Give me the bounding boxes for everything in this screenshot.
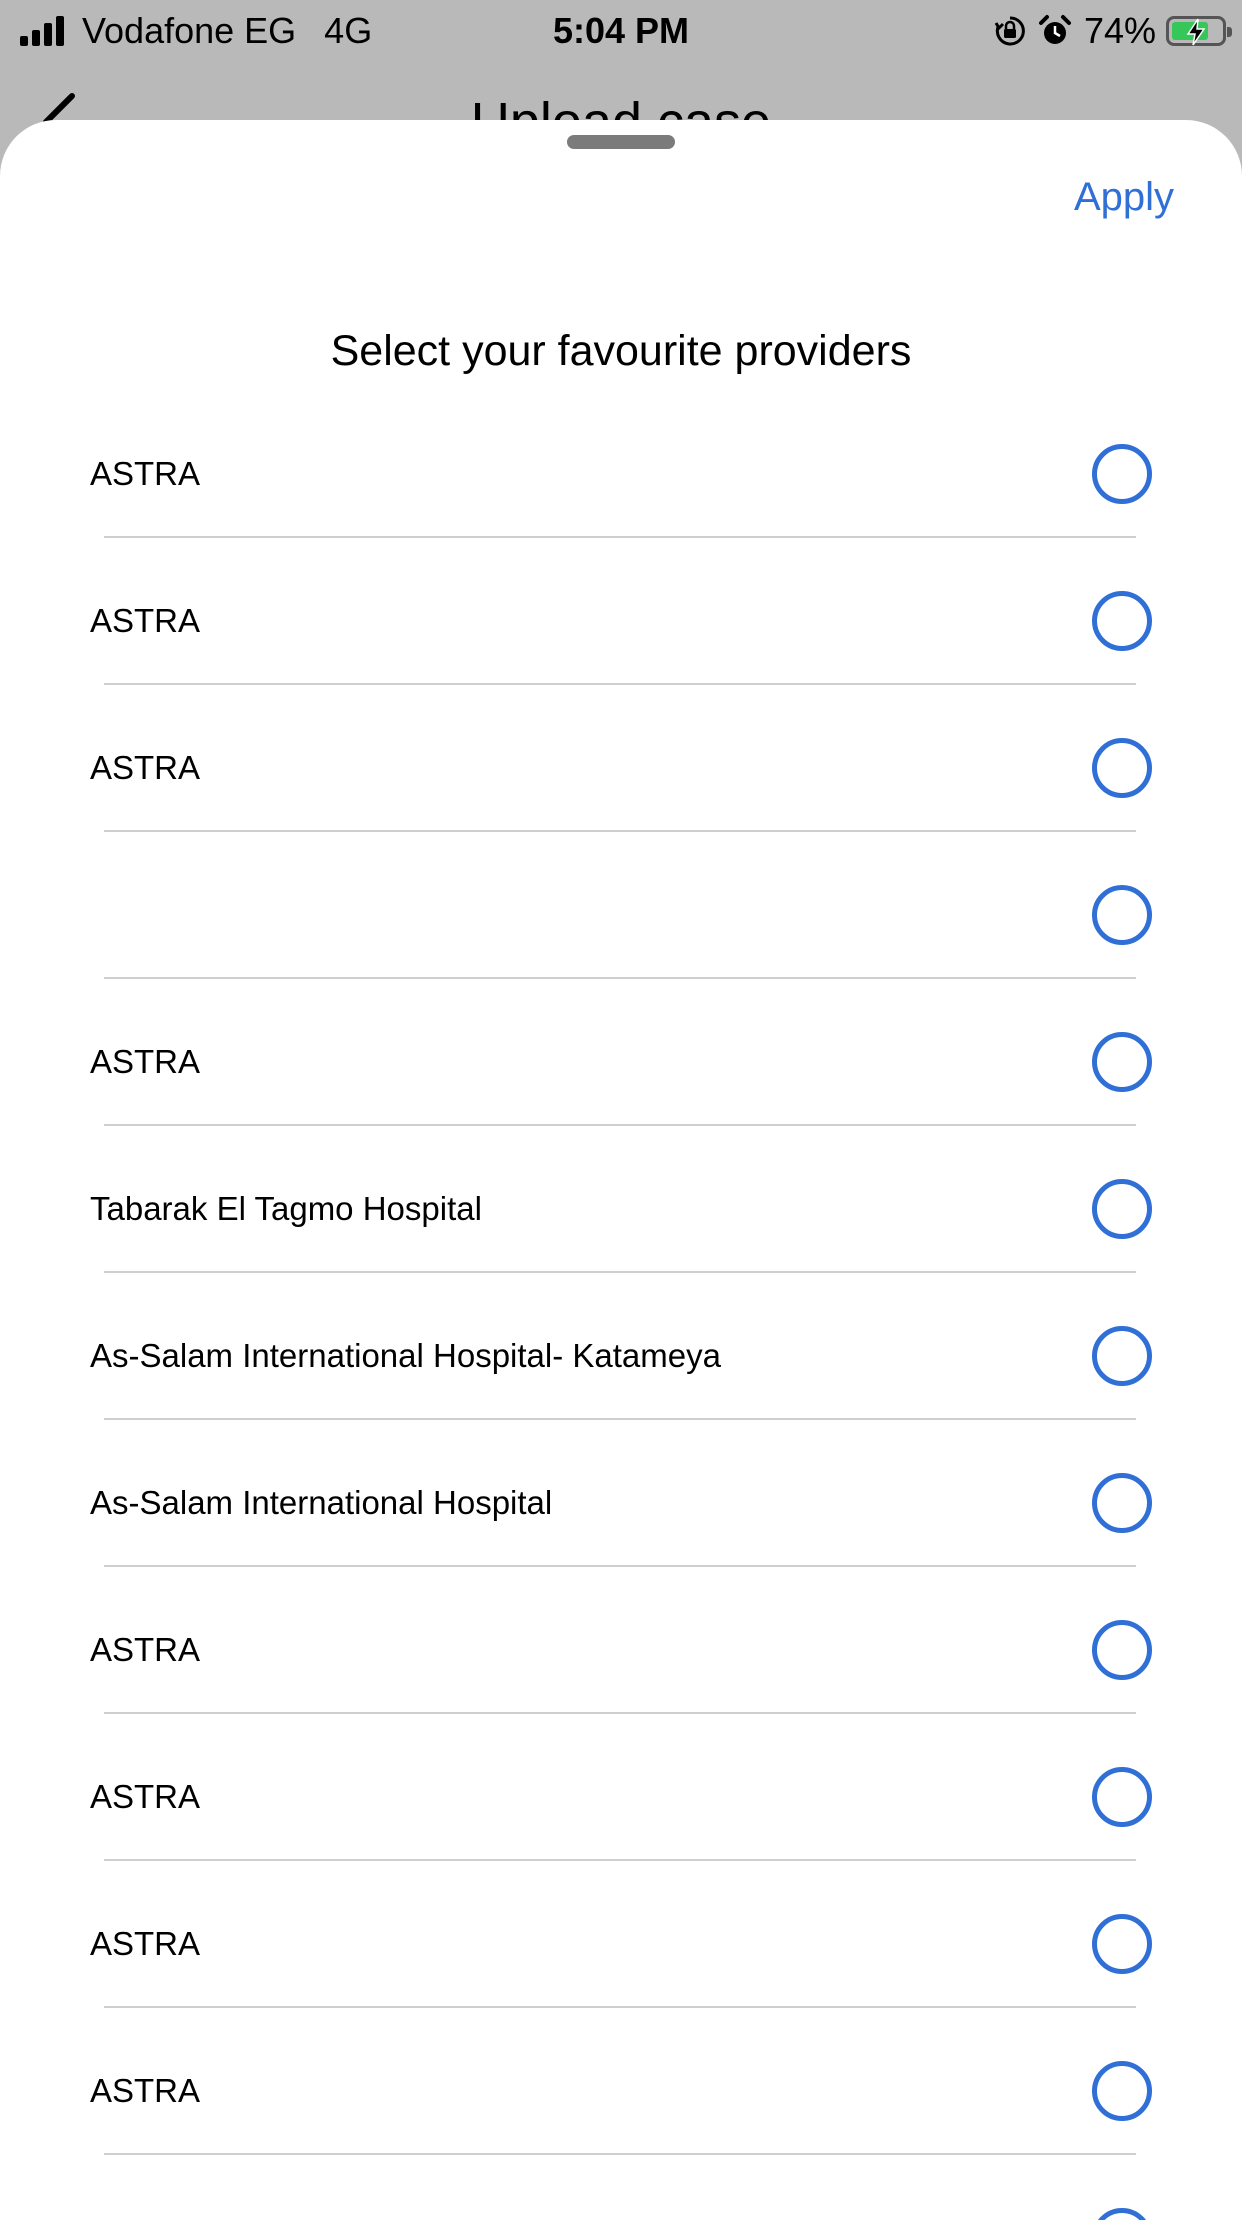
provider-name: ASTRA [90,602,201,639]
provider-radio-button[interactable] [1092,1914,1152,1974]
provider-row[interactable]: ASTRA [0,557,1242,704]
provider-radio-button[interactable] [1092,1179,1152,1239]
alarm-icon [1038,14,1072,48]
battery-charging-icon [1166,16,1232,46]
provider-row[interactable]: ASTRA [0,1586,1242,1733]
provider-name: ASTRA [90,455,201,492]
row-divider [104,1859,1136,1861]
row-divider [104,1712,1136,1714]
provider-row[interactable]: ASTRA [0,410,1242,557]
provider-row[interactable]: ASTRA [0,1733,1242,1880]
provider-radio-button[interactable] [1092,2061,1152,2121]
provider-radio-button[interactable] [1092,1473,1152,1533]
provider-radio-button[interactable] [1092,1767,1152,1827]
status-right: 74% [994,10,1232,52]
provider-radio-button[interactable] [1092,1620,1152,1680]
provider-radio-button[interactable] [1092,591,1152,651]
provider-name: ASTRA [90,2072,201,2109]
provider-row[interactable]: ASTRA [0,704,1242,851]
provider-selection-sheet: Apply Select your favourite providers AS… [0,120,1242,2220]
row-divider [104,1418,1136,1420]
provider-name: ASTRA [90,1778,201,1815]
row-divider [104,683,1136,685]
orientation-lock-icon [994,15,1026,47]
provider-row[interactable]: ASTRA [0,2027,1242,2174]
provider-radio-button[interactable] [1092,444,1152,504]
provider-name: As-Salam International Hospital [90,1484,553,1521]
provider-radio-button[interactable] [1092,885,1152,945]
row-divider [104,536,1136,538]
row-divider [104,1124,1136,1126]
provider-name: ASTRA [90,1925,201,1962]
row-divider [104,977,1136,979]
provider-name: ASTRA [90,749,201,786]
provider-row[interactable]: As-Salam International Hospital- Katamey… [0,1292,1242,1439]
sheet-title: Select your favourite providers [330,327,912,375]
provider-list: ASTRA ASTRA ASTRA ASTRA Tabarak El Tagmo Hos… [0,410,1242,2220]
provider-row[interactable] [0,851,1242,998]
provider-radio-button[interactable] [1092,1032,1152,1092]
battery-percent: 74% [1083,10,1156,51]
apply-button[interactable]: Apply [1074,172,1174,222]
provider-name: Tabarak El Tagmo Hospital [90,1190,482,1227]
row-divider [104,1271,1136,1273]
provider-name: As-Salam International Hospital- Katamey… [90,1337,721,1374]
provider-radio-button[interactable] [1092,738,1152,798]
row-divider [104,1565,1136,1567]
provider-name: ASTRA [90,1631,201,1668]
provider-row[interactable]: As-Salam International Hospital [0,1439,1242,1586]
status-bar: Vodafone EG 4G 5:04 PM 74% [0,0,1242,62]
row-divider [104,2153,1136,2155]
provider-radio-button[interactable] [1092,2208,1152,2220]
provider-row[interactable]: Tabarak El Tagmo Hospital [0,1145,1242,1292]
row-divider [104,2006,1136,2008]
provider-name: ASTRA [90,1043,201,1080]
sheet-grabber-handle[interactable] [567,135,675,149]
provider-row[interactable] [0,2174,1242,2220]
provider-row[interactable]: ASTRA [0,998,1242,1145]
provider-radio-button[interactable] [1092,1326,1152,1386]
row-divider [104,830,1136,832]
provider-row[interactable]: ASTRA [0,1880,1242,2027]
